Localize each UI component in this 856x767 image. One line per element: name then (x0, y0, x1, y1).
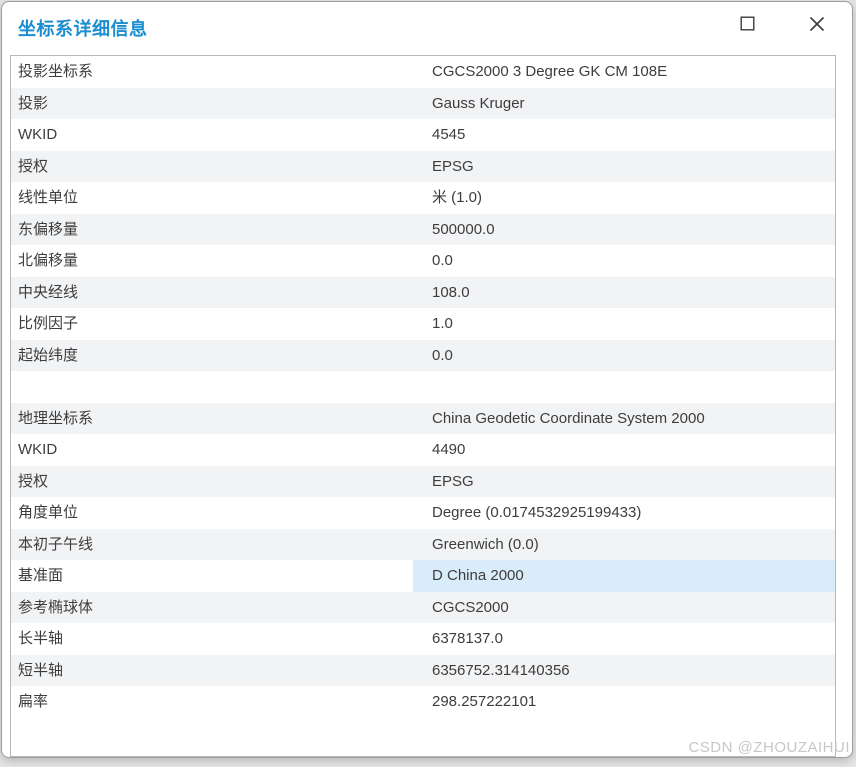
table-row[interactable]: 比例因子 1.0 (11, 308, 835, 340)
property-value[interactable]: 米 (1.0) (413, 182, 835, 214)
property-label: 投影坐标系 (18, 63, 94, 80)
table-row[interactable]: 投影坐标系 CGCS2000 3 Degree GK CM 108E (11, 56, 835, 88)
spacer-row (11, 371, 835, 403)
close-icon (809, 16, 825, 35)
property-value[interactable]: China Geodetic Coordinate System 2000 (413, 403, 835, 435)
property-value[interactable]: Degree (0.0174532925199433) (413, 497, 835, 529)
property-value[interactable]: CGCS2000 (413, 592, 835, 624)
dialog-window: 坐标系详细信息 投影坐标系 CGCS2000 3 Degree GK CM 10… (1, 1, 853, 758)
property-label: 基准面 (18, 567, 64, 584)
property-value[interactable]: 4490 (413, 434, 835, 466)
property-value[interactable]: 1.0 (413, 308, 835, 340)
close-button[interactable] (794, 8, 840, 42)
property-label: WKID (18, 441, 58, 458)
property-label: 投影 (18, 94, 49, 112)
properties-table: 投影坐标系 CGCS2000 3 Degree GK CM 108E 投影 Gauss… (10, 55, 836, 757)
property-label: 角度单位 (18, 504, 79, 521)
property-value[interactable]: EPSG (413, 151, 835, 183)
property-value[interactable]: CGCS2000 3 Degree GK CM 108E (413, 56, 835, 88)
property-value[interactable]: 500000.0 (413, 214, 835, 246)
table-row[interactable]: 长半轴 6378137.0 (11, 623, 835, 655)
property-value[interactable]: 108.0 (413, 277, 835, 309)
table-row[interactable]: 基准面 D China 2000 (11, 560, 835, 592)
property-value[interactable]: Gauss Kruger (413, 88, 835, 120)
property-label: WKID (18, 126, 58, 143)
property-value[interactable]: Greenwich (0.0) (413, 529, 835, 561)
table-row[interactable]: 投影 Gauss Kruger (11, 87, 835, 120)
dialog-title: 坐标系详细信息 (18, 19, 148, 39)
property-value[interactable]: 0.0 (413, 245, 835, 277)
table-row[interactable]: 本初子午线 Greenwich (0.0) (11, 528, 835, 561)
property-value[interactable]: 298.257222101 (413, 686, 835, 718)
watermark: CSDN @ZHOUZAIHUI (688, 739, 850, 756)
table-row[interactable]: 线性单位 米 (1.0) (11, 182, 835, 214)
property-label: 长半轴 (18, 630, 64, 647)
property-value[interactable]: 6378137.0 (413, 623, 835, 655)
title-bar[interactable]: 坐标系详细信息 (2, 2, 852, 54)
property-value-selected[interactable]: D China 2000 (413, 560, 835, 592)
table-row[interactable]: WKID 4545 (11, 119, 835, 151)
table-row[interactable]: 扁率 298.257222101 (11, 686, 835, 718)
property-label: 参考椭球体 (18, 598, 94, 616)
table-row[interactable]: 北偏移量 0.0 (11, 245, 835, 277)
table-row[interactable]: 授权 EPSG (11, 465, 835, 498)
property-label: 起始纬度 (18, 346, 79, 364)
table-row[interactable]: 中央经线 108.0 (11, 276, 835, 309)
window-controls (724, 8, 840, 42)
property-value[interactable]: 0.0 (413, 340, 835, 372)
table-row[interactable]: 角度单位 Degree (0.0174532925199433) (11, 497, 835, 529)
property-label: 北偏移量 (18, 252, 79, 269)
maximize-button[interactable] (724, 8, 770, 42)
screenshot-canvas: 坐标系详细信息 投影坐标系 CGCS2000 3 Degree GK CM 10… (0, 0, 856, 767)
property-value[interactable]: EPSG (413, 466, 835, 498)
table-row[interactable]: 参考椭球体 CGCS2000 (11, 591, 835, 624)
property-label: 扁率 (18, 693, 49, 710)
table-row[interactable]: 地理坐标系 China Geodetic Coordinate System 20… (11, 402, 835, 435)
property-label: 授权 (18, 472, 49, 490)
table-row[interactable]: 东偏移量 500000.0 (11, 213, 835, 246)
table-row[interactable]: 起始纬度 0.0 (11, 339, 835, 372)
table-row[interactable]: 授权 EPSG (11, 150, 835, 183)
property-label: 比例因子 (18, 315, 79, 332)
property-label: 东偏移量 (18, 220, 79, 238)
property-label: 短半轴 (18, 661, 64, 679)
property-value[interactable]: 6356752.314140356 (413, 655, 835, 687)
property-label: 地理坐标系 (18, 409, 94, 427)
property-value[interactable]: 4545 (413, 119, 835, 151)
maximize-icon (740, 16, 755, 34)
property-label: 本初子午线 (18, 535, 94, 553)
property-label: 授权 (18, 157, 49, 175)
table-row[interactable]: WKID 4490 (11, 434, 835, 466)
property-label: 线性单位 (18, 189, 79, 206)
property-label: 中央经线 (18, 283, 79, 301)
table-row[interactable]: 短半轴 6356752.314140356 (11, 654, 835, 687)
